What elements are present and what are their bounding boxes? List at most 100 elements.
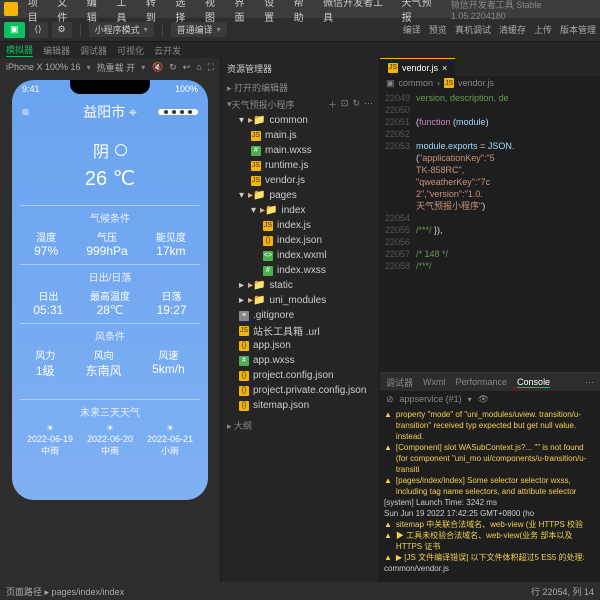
remote-debug-button[interactable]: 真机调试 bbox=[455, 23, 491, 36]
menu-help[interactable]: 帮助 bbox=[294, 0, 314, 24]
status-battery: 100% bbox=[175, 84, 198, 94]
tab-console[interactable]: Console bbox=[517, 377, 550, 388]
tab-cloud[interactable]: 云开发 bbox=[154, 44, 181, 57]
console-line: ▲property "mode" of "uni_modules/uview. … bbox=[384, 409, 596, 442]
phone-frame: 9:41 100% ≡ 益阳市 ⌖ 阴 26 ℃ 气候条件 湿度97%气压999… bbox=[0, 76, 220, 582]
menu-tools[interactable]: 工具 bbox=[116, 0, 136, 24]
tree-json[interactable]: {} app.json bbox=[221, 338, 379, 353]
tree-folder[interactable]: ▾ ▸📁 index bbox=[221, 203, 379, 218]
tab-performance[interactable]: Performance bbox=[456, 377, 508, 387]
editor-tab-vendor[interactable]: JSvendor.js × bbox=[380, 58, 455, 76]
capsule-button[interactable] bbox=[158, 109, 198, 115]
tab-debugger2[interactable]: 调试器 bbox=[386, 376, 413, 389]
menu-icon[interactable]: ≡ bbox=[22, 105, 29, 119]
open-editors-header[interactable]: ▸ 打开的编辑器 bbox=[221, 79, 379, 96]
home-icon[interactable]: ⌂ bbox=[196, 62, 201, 72]
page-path[interactable]: 页面路径 ▸ pages/index/index bbox=[6, 585, 124, 598]
device-select[interactable]: iPhone X 100% 16 bbox=[6, 62, 81, 72]
upload-button[interactable]: 上传 bbox=[534, 23, 552, 36]
close-icon[interactable]: × bbox=[442, 63, 447, 73]
phone-screen[interactable]: 9:41 100% ≡ 益阳市 ⌖ 阴 26 ℃ 气候条件 湿度97%气压999… bbox=[12, 80, 208, 500]
project-header[interactable]: ▾ 天气预报小程序＋⊡↻⋯ bbox=[221, 96, 379, 113]
section-title: 气候条件 bbox=[20, 210, 200, 225]
preview-button[interactable]: 预览 bbox=[429, 23, 447, 36]
tab-visual[interactable]: 可视化 bbox=[117, 44, 144, 57]
menu-edit[interactable]: 编辑 bbox=[87, 0, 107, 24]
context-select[interactable]: appservice (#1) bbox=[400, 394, 462, 404]
city-name[interactable]: 益阳市 ⌖ bbox=[83, 102, 137, 122]
clear-cache-button[interactable]: 清缓存 bbox=[499, 23, 526, 36]
compile-button[interactable]: 编译 bbox=[403, 23, 421, 36]
tree-json[interactable]: {} sitemap.json bbox=[221, 398, 379, 413]
window-title: 微信开发者工具 Stable 1.05.2204180 bbox=[451, 0, 596, 21]
debugger-toggle-button[interactable]: ⚙ bbox=[52, 22, 72, 38]
tree-folder[interactable]: ▸ ▸📁 static bbox=[221, 278, 379, 293]
separator bbox=[162, 23, 163, 37]
tree-js[interactable]: JS 站长工具箱 .url bbox=[221, 323, 379, 338]
tab-debugger[interactable]: 调试器 bbox=[80, 44, 107, 57]
breadcrumb[interactable]: ▣ common › JS vendor.js bbox=[380, 76, 600, 90]
new-folder-icon[interactable]: ⊡ bbox=[341, 98, 349, 111]
console-line: common/vendor.js bbox=[384, 563, 596, 574]
menu-settings[interactable]: 设置 bbox=[264, 0, 284, 24]
version-button[interactable]: 版本管理 bbox=[560, 23, 596, 36]
hot-reload-toggle[interactable]: 热重载 开 bbox=[97, 61, 136, 74]
menu-file[interactable]: 文件 bbox=[57, 0, 77, 24]
console-line: ▲sitemap 中关联合法域名、web-view (业 HTTPS 校验 bbox=[384, 519, 596, 530]
rotate-icon[interactable]: ↻ bbox=[169, 62, 177, 73]
console-line: ▲[Component] slot WASubContext.js?... ""… bbox=[384, 442, 596, 475]
metric: 风速5km/h bbox=[152, 347, 185, 379]
eye-icon[interactable]: 👁 bbox=[478, 394, 489, 405]
tree-wxss[interactable]: # main.wxss bbox=[221, 143, 379, 158]
menu-select[interactable]: 选择 bbox=[175, 0, 195, 24]
clear-console-icon[interactable]: ⊘ bbox=[386, 394, 394, 405]
cursor-position: 行 22054, 列 14 bbox=[531, 585, 594, 598]
menu-interface[interactable]: 界面 bbox=[235, 0, 255, 24]
console-line: Sun Jun 19 2022 17:42:25 GMT+0800 (ho bbox=[384, 508, 596, 519]
menu-project[interactable]: 项目 bbox=[28, 0, 48, 24]
tree-file[interactable]: ≡ .gitignore bbox=[221, 308, 379, 323]
tree-js[interactable]: JS main.js bbox=[221, 128, 379, 143]
menu-weixin[interactable]: 微信开发者工具 bbox=[323, 0, 391, 24]
editor-tabs: JSvendor.js × bbox=[380, 58, 600, 76]
forecast-day: ☀2022-06-19中雨 bbox=[27, 423, 73, 457]
metric: 气压999hPa bbox=[86, 229, 127, 258]
tree-folder[interactable]: ▾ ▸📁 common bbox=[221, 113, 379, 128]
console-more-icon[interactable]: ⋯ bbox=[585, 377, 594, 388]
app-logo-icon bbox=[4, 2, 18, 16]
tab-editor[interactable]: 编辑器 bbox=[43, 44, 70, 57]
simulator-toggle-button[interactable]: ▣ bbox=[4, 22, 25, 38]
more-icon[interactable]: ⋯ bbox=[364, 98, 373, 111]
tree-folder[interactable]: ▸ ▸📁 uni_modules bbox=[221, 293, 379, 308]
compile-select[interactable]: 普通编译▾ bbox=[171, 22, 227, 37]
tree-js[interactable]: JS index.js bbox=[221, 218, 379, 233]
outline-header[interactable]: ▸ 大纲 bbox=[221, 417, 379, 434]
menu-view[interactable]: 视图 bbox=[205, 0, 225, 24]
code-editor[interactable]: 22049version, description, de2205022051(… bbox=[380, 90, 600, 372]
back-icon[interactable]: ↩ bbox=[183, 62, 191, 73]
current-weather: 阴 26 ℃ bbox=[12, 138, 208, 191]
tab-simulator[interactable]: 模拟器 bbox=[6, 43, 33, 57]
menu-weather[interactable]: 天气预报 bbox=[402, 0, 441, 24]
menu-goto[interactable]: 转到 bbox=[146, 0, 166, 24]
tree-js[interactable]: JS runtime.js bbox=[221, 158, 379, 173]
sun-icon bbox=[115, 144, 127, 156]
tree-json[interactable]: {} project.private.config.json bbox=[221, 383, 379, 398]
tree-js[interactable]: JS vendor.js bbox=[221, 173, 379, 188]
tree-folder[interactable]: ▾ ▸📁 pages bbox=[221, 188, 379, 203]
tree-wxss[interactable]: # app.wxss bbox=[221, 353, 379, 368]
app-header: ≡ 益阳市 ⌖ bbox=[12, 102, 208, 122]
console-output[interactable]: ▲property "mode" of "uni_modules/uview. … bbox=[380, 407, 600, 582]
tree-wxss[interactable]: # index.wxss bbox=[221, 263, 379, 278]
mode-select[interactable]: 小程序模式▾ bbox=[89, 22, 154, 37]
refresh-icon[interactable]: ↻ bbox=[352, 98, 360, 111]
mute-icon[interactable]: 🔇 bbox=[152, 62, 163, 73]
tree-wxml[interactable]: <> index.wxml bbox=[221, 248, 379, 263]
editor-toggle-button[interactable]: ⟨⟩ bbox=[29, 22, 48, 38]
tree-json[interactable]: {} project.config.json bbox=[221, 368, 379, 383]
tab-wxml[interactable]: Wxml bbox=[423, 377, 446, 387]
new-file-icon[interactable]: ＋ bbox=[328, 98, 337, 111]
metric: 最高温度28℃ bbox=[90, 288, 130, 317]
tree-json[interactable]: {} index.json bbox=[221, 233, 379, 248]
expand-icon[interactable]: ⛶ bbox=[208, 62, 214, 73]
